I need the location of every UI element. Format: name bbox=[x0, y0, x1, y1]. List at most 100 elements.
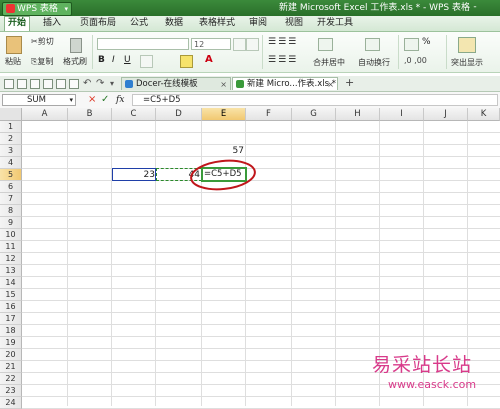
tab-data[interactable]: 数据 bbox=[162, 17, 186, 30]
app-menu-button[interactable]: WPS 表格 ▾ bbox=[2, 2, 72, 16]
format-painter-icon[interactable] bbox=[70, 38, 82, 53]
column-header-k[interactable]: K bbox=[468, 108, 500, 121]
chevron-down-icon[interactable]: ▾ bbox=[110, 79, 114, 88]
row-header-10[interactable]: 10 bbox=[0, 229, 22, 241]
name-box[interactable]: SUM ▾ bbox=[2, 94, 76, 106]
row-header-4[interactable]: 4 bbox=[0, 157, 22, 169]
column-header-c[interactable]: C bbox=[112, 108, 156, 121]
font-size-field[interactable]: 12 bbox=[191, 38, 231, 50]
grow-font-icon[interactable] bbox=[233, 38, 246, 51]
vertical-align-icons[interactable]: ☰☰☰ bbox=[268, 37, 298, 47]
row-header-22[interactable]: 22 bbox=[0, 373, 22, 385]
row-header-15[interactable]: 15 bbox=[0, 289, 22, 301]
merge-center-icon[interactable] bbox=[318, 38, 333, 51]
tab-insert[interactable]: 插入 bbox=[40, 17, 64, 30]
chevron-down-icon[interactable]: ▾ bbox=[69, 95, 73, 106]
merge-center-button[interactable]: 合并居中 bbox=[313, 58, 345, 68]
row-header-2[interactable]: 2 bbox=[0, 133, 22, 145]
column-header-g[interactable]: G bbox=[292, 108, 336, 121]
undo-icon[interactable]: ↶ bbox=[83, 78, 91, 89]
minimize-button[interactable]: - bbox=[470, 2, 480, 12]
tab-formulas[interactable]: 公式 bbox=[127, 17, 151, 30]
print-icon[interactable] bbox=[43, 79, 53, 89]
tab-page-layout[interactable]: 页面布局 bbox=[77, 17, 119, 30]
column-header-f[interactable]: F bbox=[246, 108, 292, 121]
italic-icon[interactable]: I bbox=[112, 55, 115, 65]
close-icon[interactable]: × bbox=[220, 78, 227, 90]
new-tab-button[interactable]: + bbox=[345, 76, 354, 89]
font-color-icon[interactable]: A bbox=[205, 54, 213, 65]
print-preview-icon[interactable] bbox=[56, 79, 66, 89]
cell-e3[interactable]: 57 bbox=[202, 145, 246, 157]
select-all-corner[interactable] bbox=[0, 108, 22, 121]
paste-button[interactable]: 粘贴 bbox=[5, 57, 21, 67]
row-header-5[interactable]: 5 bbox=[0, 169, 22, 181]
row-header-16[interactable]: 16 bbox=[0, 301, 22, 313]
row-header-21[interactable]: 21 bbox=[0, 361, 22, 373]
save-icon[interactable] bbox=[30, 79, 40, 89]
bold-icon[interactable]: B bbox=[98, 55, 105, 65]
tab-home[interactable]: 开始 bbox=[4, 16, 31, 31]
underline-icon[interactable]: U bbox=[124, 55, 131, 65]
new-file-icon[interactable] bbox=[4, 79, 14, 89]
row-header-14[interactable]: 14 bbox=[0, 277, 22, 289]
row-header-12[interactable]: 12 bbox=[0, 253, 22, 265]
row-header-19[interactable]: 19 bbox=[0, 337, 22, 349]
tab-review[interactable]: 审阅 bbox=[246, 17, 270, 30]
redo-icon[interactable]: ↷ bbox=[96, 78, 104, 89]
row-header-24[interactable]: 24 bbox=[0, 397, 22, 409]
row-header-17[interactable]: 17 bbox=[0, 313, 22, 325]
horizontal-align-icons[interactable]: ☰☰☰ bbox=[268, 55, 298, 65]
row-header-20[interactable]: 20 bbox=[0, 349, 22, 361]
number-format-icon[interactable] bbox=[404, 38, 419, 51]
gridline-row bbox=[22, 300, 500, 301]
app-logo-label: WPS 表格 bbox=[17, 4, 58, 14]
column-header-d[interactable]: D bbox=[156, 108, 202, 121]
percent-format-button[interactable]: % bbox=[422, 37, 431, 47]
conditional-format-icon[interactable] bbox=[458, 37, 476, 53]
row-header-13[interactable]: 13 bbox=[0, 265, 22, 277]
format-painter-button[interactable]: 格式刷 bbox=[63, 57, 87, 67]
row-header-11[interactable]: 11 bbox=[0, 241, 22, 253]
row-header-1[interactable]: 1 bbox=[0, 121, 22, 133]
row-header-8[interactable]: 8 bbox=[0, 205, 22, 217]
wrap-text-button[interactable]: 自动换行 bbox=[358, 58, 390, 68]
row-header-7[interactable]: 7 bbox=[0, 193, 22, 205]
insert-function-button[interactable]: fx bbox=[116, 94, 124, 106]
close-icon[interactable]: × bbox=[327, 78, 334, 90]
worksheet-grid[interactable]: ABCDEFGHIJK 1 2 3 4 5 6 7 8 9 10 11 12 13 14 15 16 17 18 1… bbox=[0, 108, 500, 409]
cut-label: 剪切 bbox=[37, 37, 54, 46]
column-header-e[interactable]: E bbox=[202, 108, 246, 121]
row-header-6[interactable]: 6 bbox=[0, 181, 22, 193]
doc-tab-workbook[interactable]: 新建 Micro...作表.xls * × bbox=[232, 77, 338, 90]
row-header-18[interactable]: 18 bbox=[0, 325, 22, 337]
spell-check-icon[interactable] bbox=[69, 79, 79, 89]
column-header-i[interactable]: I bbox=[380, 108, 424, 121]
paste-icon[interactable] bbox=[6, 36, 22, 54]
formula-input[interactable]: =C5+D5 bbox=[132, 94, 498, 106]
cancel-formula-button[interactable]: × bbox=[88, 94, 96, 106]
copy-button[interactable]: ⎘复制 bbox=[31, 57, 53, 67]
wrap-text-icon[interactable] bbox=[365, 38, 380, 51]
fill-color-icon[interactable] bbox=[180, 55, 193, 68]
row-header-3[interactable]: 3 bbox=[0, 145, 22, 157]
tab-table-styles[interactable]: 表格样式 bbox=[196, 17, 238, 30]
highlight-button[interactable]: 突出显示 bbox=[451, 58, 483, 68]
border-icon[interactable] bbox=[140, 55, 153, 68]
doc-tab-docer[interactable]: Docer-在线模板 × bbox=[121, 77, 231, 90]
row-header-23[interactable]: 23 bbox=[0, 385, 22, 397]
column-header-h[interactable]: H bbox=[336, 108, 380, 121]
gridline-row bbox=[22, 168, 500, 169]
column-header-b[interactable]: B bbox=[68, 108, 112, 121]
column-header-j[interactable]: J bbox=[424, 108, 468, 121]
cut-button[interactable]: ✂剪切 bbox=[31, 37, 54, 47]
shrink-font-icon[interactable] bbox=[246, 38, 259, 51]
tab-view[interactable]: 视图 bbox=[282, 17, 306, 30]
font-name-field[interactable] bbox=[97, 38, 189, 50]
open-file-icon[interactable] bbox=[17, 79, 27, 89]
tab-developer[interactable]: 开发工具 bbox=[314, 17, 356, 30]
row-header-9[interactable]: 9 bbox=[0, 217, 22, 229]
column-header-a[interactable]: A bbox=[22, 108, 68, 121]
decimal-icons[interactable]: ,0 ,00 bbox=[404, 56, 427, 65]
confirm-formula-button[interactable]: ✓ bbox=[101, 94, 109, 106]
